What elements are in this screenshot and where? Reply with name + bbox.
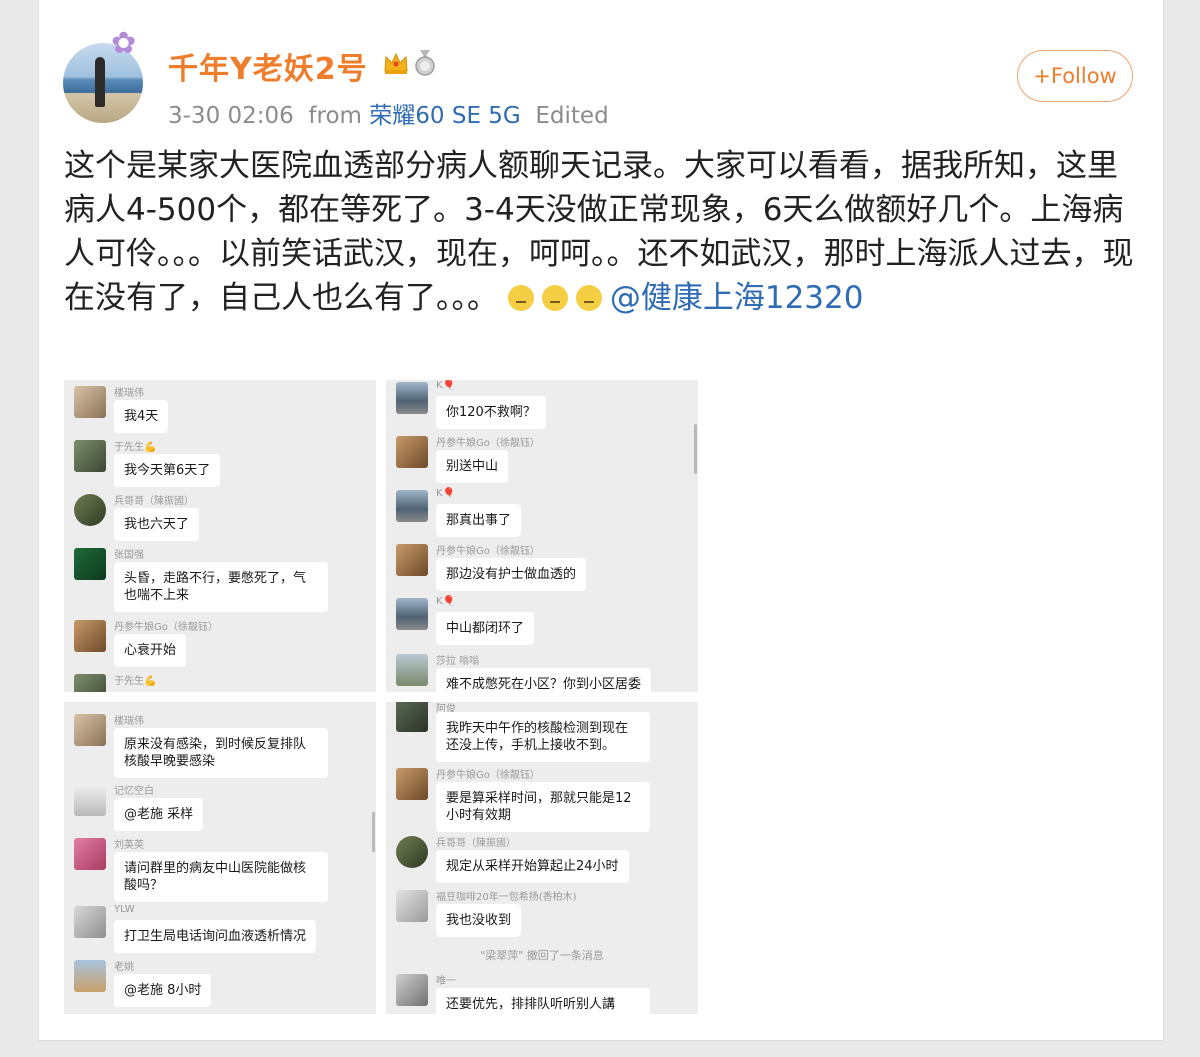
- chat-avatar: [396, 702, 428, 732]
- chat-bubble: 要是算采样时间，那就只能是12小时有效期: [436, 782, 650, 832]
- chat-nickname: 张国强: [114, 550, 144, 561]
- chat-avatar: [396, 490, 428, 522]
- chat-nickname: 记忆空白: [114, 786, 154, 797]
- chat-nickname: K🎈: [436, 380, 456, 391]
- sad-face-emoji-icon: [541, 285, 568, 311]
- chat-avatar: [74, 494, 106, 526]
- chat-bubble: 头昏，走路不行，要憋死了，气也喘不上来: [114, 562, 328, 612]
- chat-bubble: 难不成憋死在小区？你到小区居委: [436, 668, 652, 692]
- chat-avatar: [396, 654, 428, 686]
- chat-avatar: [396, 974, 428, 1006]
- chat-bubble: 请问群里的病友中山医院能做核酸吗？: [114, 852, 328, 902]
- weibo-post-card: ✿ 千年Y老妖2号 3-30 02:06 from 荣耀60 SE 5G Edi…: [38, 0, 1164, 1041]
- chat-avatar: [74, 714, 106, 746]
- chat-nickname: 莎拉 嗡嗡: [436, 656, 480, 667]
- sad-face-emoji-icon: [507, 285, 534, 311]
- chat-nickname: K🎈: [436, 488, 456, 499]
- chat-avatar: [396, 836, 428, 868]
- post-source[interactable]: 荣耀60 SE 5G: [369, 103, 520, 129]
- follow-button[interactable]: +Follow: [1017, 50, 1133, 102]
- mention-link[interactable]: @健康上海12320: [610, 280, 864, 316]
- chat-bubble: 那真出事了: [436, 504, 522, 537]
- chat-screenshot-4[interactable]: 阿俊 我昨天中午作的核酸检测到现在还没上传，手机上接收不到。 丹参牛娘Go（徐靓…: [386, 702, 698, 1014]
- chat-avatar: [396, 890, 428, 922]
- chat-nickname: 丹参牛娘Go（徐靓钰）: [436, 770, 540, 781]
- chat-avatar: [74, 386, 106, 418]
- chat-avatar: [396, 436, 428, 468]
- chat-bubble: 我也没收到: [436, 904, 522, 937]
- chat-nickname: 唯一: [436, 976, 456, 987]
- chat-avatar: [74, 960, 106, 992]
- chat-nickname: 福豆咖啡20年一包希扬(香柏木): [436, 892, 577, 903]
- edited-label: Edited: [535, 103, 609, 129]
- chat-bubble: 打卫生局电话询问血液透析情况: [114, 920, 317, 953]
- crown-icon: [384, 52, 408, 74]
- chat-nickname: 丹参牛娘Go（徐靓钰）: [114, 622, 218, 633]
- chat-bubble: @老施 采样: [114, 798, 204, 831]
- chat-avatar: [74, 674, 106, 692]
- chat-avatar: [74, 440, 106, 472]
- chat-bubble: 别送中山: [436, 450, 509, 483]
- chat-bubble: 那边没有护士做血透的: [436, 558, 587, 591]
- chat-avatar: [74, 548, 106, 580]
- chat-nickname: 丹参牛娘Go（徐靓钰）: [436, 546, 540, 557]
- chat-bubble: 你120不救啊？: [436, 396, 546, 429]
- chat-avatar: [74, 784, 106, 816]
- chat-avatar: [396, 768, 428, 800]
- chat-avatar: [396, 382, 428, 414]
- chat-nickname: 楼瑞伟: [114, 388, 144, 399]
- chat-nickname: 楼瑞伟: [114, 716, 144, 727]
- from-label: from: [308, 103, 362, 129]
- chat-avatar: [74, 906, 106, 938]
- chat-nickname: 兵哥哥（陳振國）: [114, 496, 194, 507]
- scrollbar[interactable]: [372, 812, 375, 852]
- chat-bubble: 中山都闭环了: [436, 612, 535, 645]
- chat-bubble: 还要优先，排排队听听别人講話，: [436, 988, 650, 1014]
- chat-nickname: K🎈: [436, 596, 456, 607]
- chat-avatar: [74, 838, 106, 870]
- chat-nickname: 老姚: [114, 962, 134, 973]
- recall-notice: "梁翠萍" 撤回了一条消息: [480, 949, 604, 962]
- post-time: 3-30 02:06: [168, 103, 294, 129]
- chat-bubble: 原来没有感染，到时候反复排队核酸早晚要感染: [114, 728, 328, 778]
- scrollbar[interactable]: [694, 424, 697, 474]
- chat-nickname: 兵哥哥（陳振國）: [436, 838, 516, 849]
- chat-nickname: 于先生💪: [114, 442, 157, 453]
- chat-bubble: @老施 8小时: [114, 974, 212, 1007]
- avatar-person: [95, 57, 105, 107]
- chat-avatar: [396, 544, 428, 576]
- username[interactable]: 千年Y老妖2号: [168, 44, 368, 88]
- chat-nickname: 丹参牛娘Go（徐靓钰）: [436, 438, 540, 449]
- sad-face-emoji-icon: [575, 285, 602, 311]
- chat-nickname: YLW: [114, 904, 135, 915]
- chat-avatar: [74, 620, 106, 652]
- chat-bubble: 我昨天中午作的核酸检测到现在还没上传，手机上接收不到。: [436, 712, 650, 762]
- post-body: 这个是某家大医院血透部分病人额聊天记录。大家可以看看，据我所知，这里病人4-50…: [64, 144, 1136, 320]
- chat-screenshot-1[interactable]: 楼瑞伟 我4天 于先生💪 我今天第6天了 兵哥哥（陳振國） 我也六天了 张国强 …: [64, 380, 376, 692]
- chat-bubble: 规定从采样开始算起止24小时: [436, 850, 629, 883]
- avatar-badge-icon: ✿: [111, 26, 137, 61]
- chat-bubble: 心衰开始: [114, 634, 187, 667]
- chat-bubble: 我4天: [114, 400, 169, 433]
- chat-bubble: 我今天第6天了: [114, 454, 221, 487]
- chat-avatar: [396, 598, 428, 630]
- chat-bubble: 我也六天了: [114, 508, 200, 541]
- chat-nickname: 于先生💪: [114, 676, 157, 687]
- post-meta: 3-30 02:06 from 荣耀60 SE 5G Edited: [168, 96, 609, 130]
- chat-nickname: 刘英英: [114, 840, 144, 851]
- medal-icon: [415, 50, 435, 76]
- chat-screenshot-2[interactable]: K🎈 你120不救啊？ 丹参牛娘Go（徐靓钰） 别送中山 K🎈 那真出事了 丹参…: [386, 380, 698, 692]
- chat-screenshot-3[interactable]: 楼瑞伟 原来没有感染，到时候反复排队核酸早晚要感染 记忆空白 @老施 采样 刘英…: [64, 702, 376, 1014]
